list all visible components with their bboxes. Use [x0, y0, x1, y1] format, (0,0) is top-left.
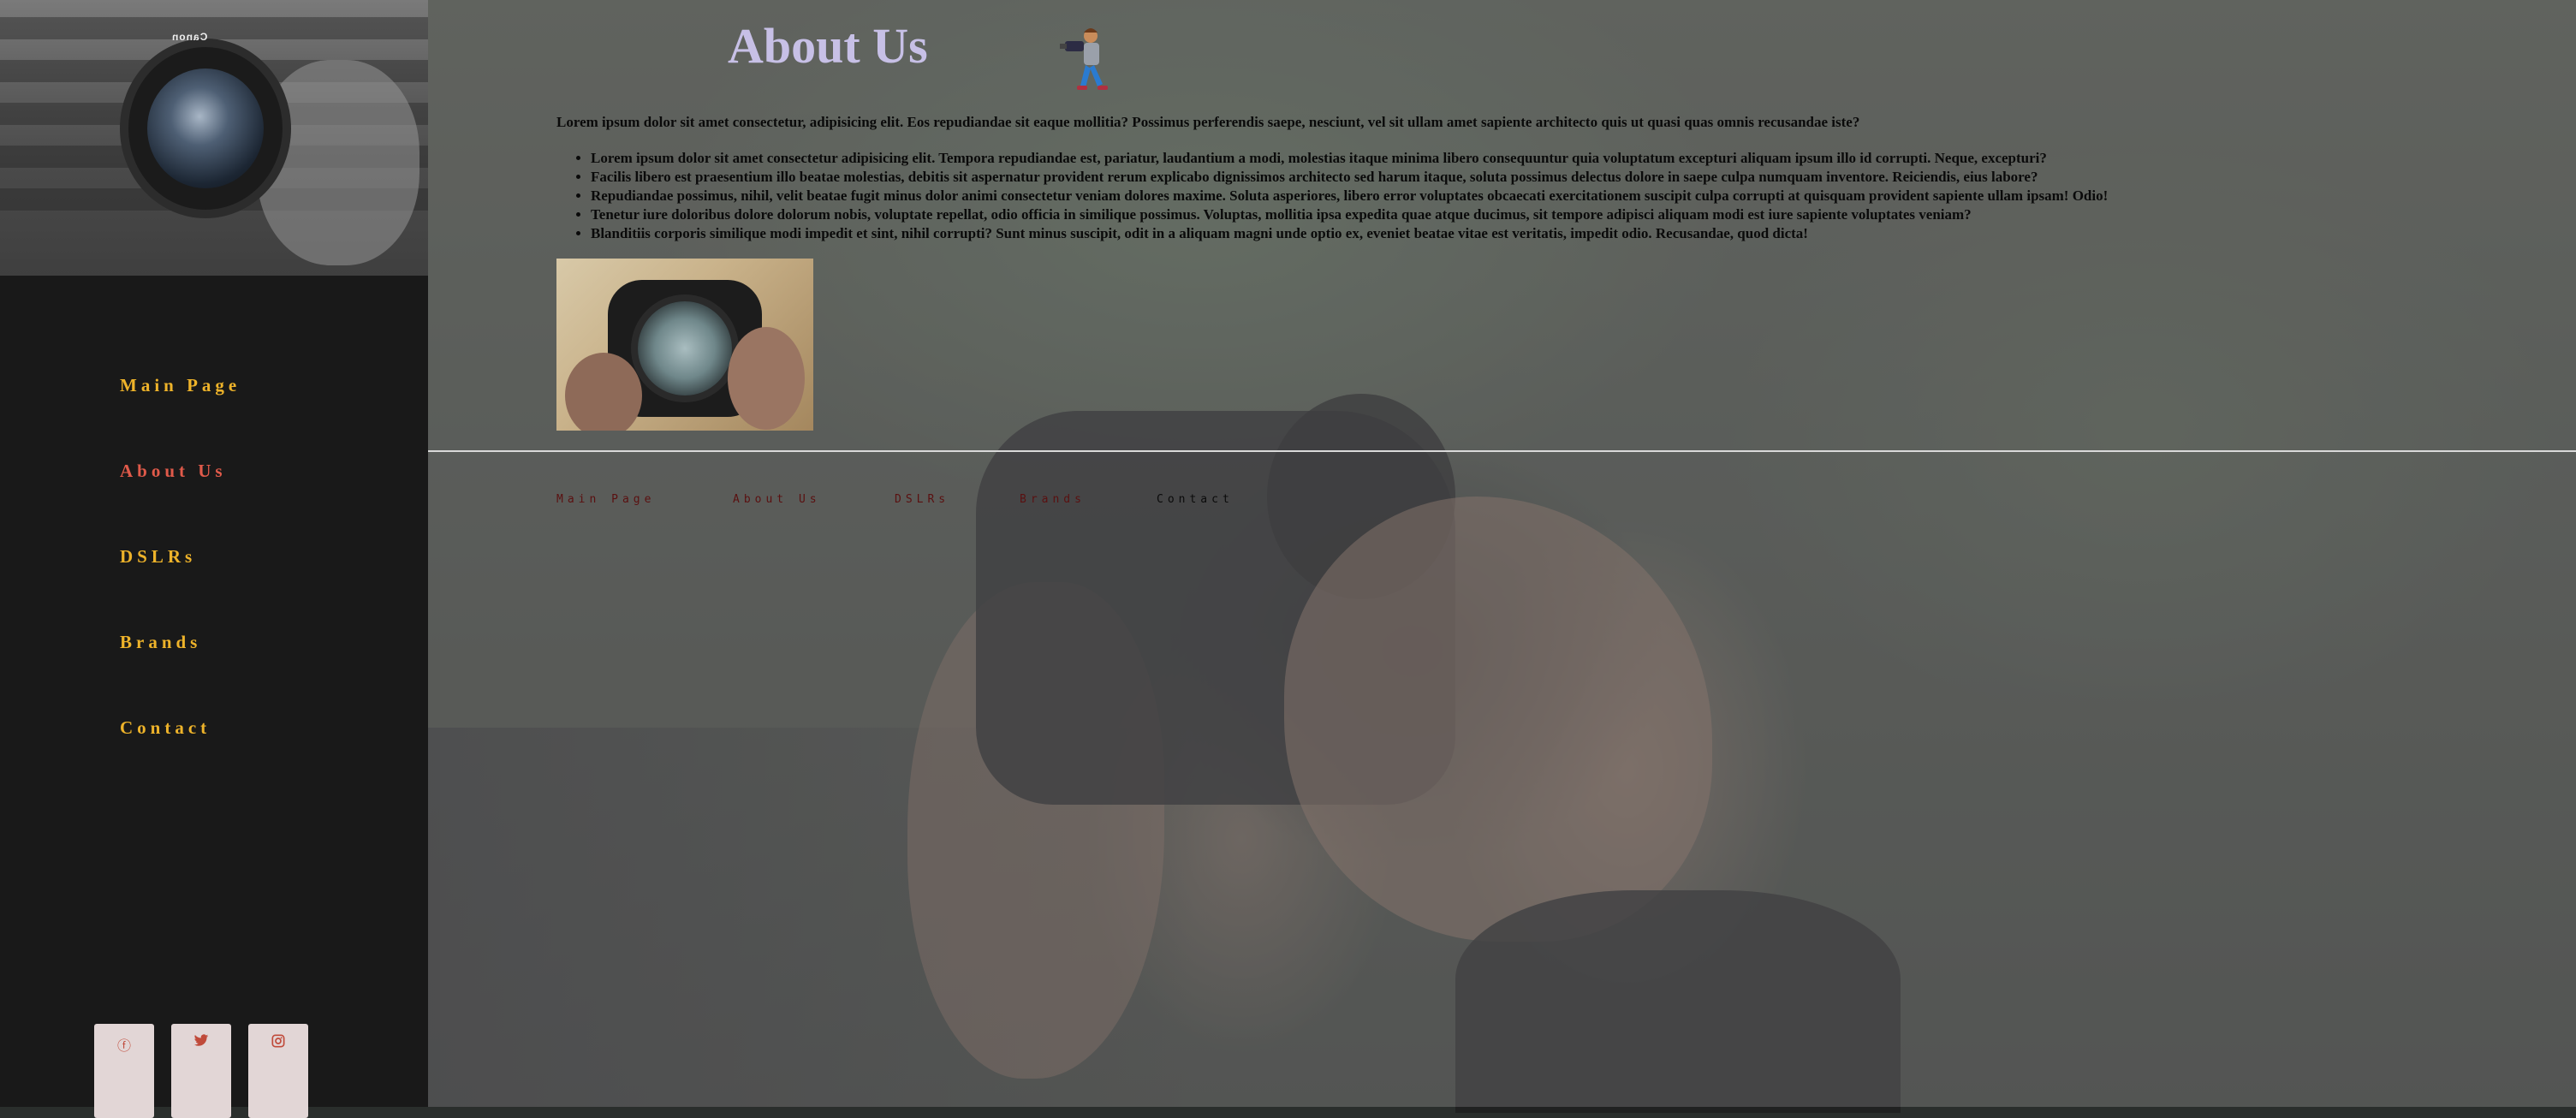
instagram-icon [248, 1034, 308, 1051]
footer-link-brands[interactable]: Brands [1020, 493, 1086, 506]
sidebar-item-brands[interactable]: Brands [120, 632, 201, 653]
list-item: Lorem ipsum dolor sit amet consectetur a… [591, 149, 2560, 168]
footer-link-contact[interactable]: Contact [1157, 493, 1234, 506]
camera-brand-text: Canon [171, 31, 208, 43]
list-item: Facilis libero est praesentium illo beat… [591, 168, 2560, 187]
intro-paragraph: Lorem ipsum dolor sit amet consectetur, … [556, 114, 1860, 130]
facebook-button[interactable]: ⓕ [94, 1024, 154, 1118]
sidebar-item-main-page[interactable]: Main Page [120, 375, 241, 396]
list-item: Blanditiis corporis similique modi imped… [591, 224, 2560, 243]
footer-link-about-us[interactable]: About Us [733, 493, 821, 506]
footer-link-main-page[interactable]: Main Page [556, 493, 655, 506]
about-photo [556, 259, 813, 431]
list-item: Tenetur iure doloribus dolore dolorum no… [591, 205, 2560, 224]
facebook-icon: ⓕ [116, 1038, 131, 1054]
sidebar-item-contact[interactable]: Contact [120, 717, 211, 739]
twitter-icon [171, 1034, 231, 1051]
sidebar-header-photo: Canon [0, 0, 428, 276]
page-title: About Us [728, 18, 928, 74]
cameraman-animation-icon [1060, 28, 1108, 90]
sidebar: Canon Main Page About Us DSLRs Brands Co… [0, 0, 428, 1118]
about-list: Lorem ipsum dolor sit amet consectetur a… [556, 149, 2560, 243]
footer-link-dslrs[interactable]: DSLRs [895, 493, 949, 506]
main-content: About Us Lorem ipsum dolor sit amet cons… [428, 0, 2576, 1107]
instagram-button[interactable] [248, 1024, 308, 1118]
sidebar-item-dslrs[interactable]: DSLRs [120, 546, 196, 568]
twitter-button[interactable] [171, 1024, 231, 1118]
list-item: Repudiandae possimus, nihil, velit beata… [591, 187, 2560, 205]
footer-divider [428, 450, 2576, 452]
sidebar-item-about-us[interactable]: About Us [120, 461, 227, 482]
